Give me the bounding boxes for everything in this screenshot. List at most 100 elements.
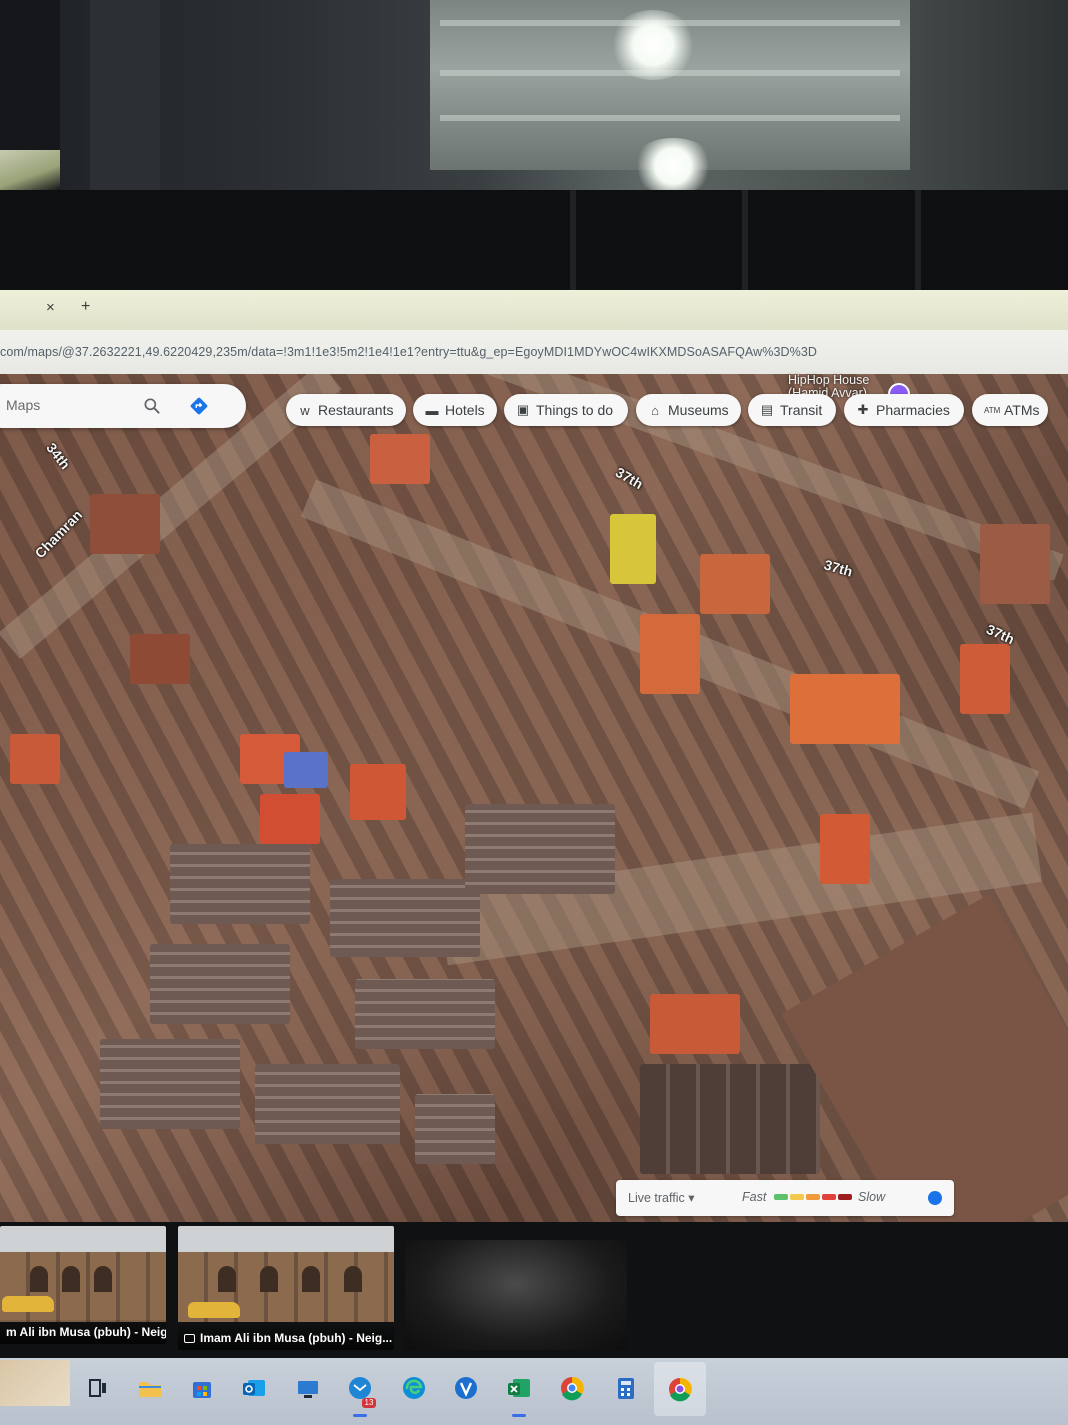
warehouse-roof (100, 1039, 240, 1129)
photo-card[interactable]: Imam Ali ibn Musa (pbuh) - Neig... (178, 1226, 394, 1350)
file-explorer-icon[interactable] (136, 1374, 164, 1402)
active-indicator (353, 1414, 367, 1417)
browser-tab-bar (0, 290, 1068, 330)
traffic-legend: Live traffic ▾ Fast Slow (616, 1180, 954, 1216)
traffic-color-busy (806, 1194, 820, 1200)
address-url[interactable]: com/maps/@37.2632221,49.6220429,235m/dat… (0, 345, 817, 359)
chip-hotels[interactable]: ▬ Hotels (413, 394, 497, 426)
fork-knife-icon: ᴡ (300, 402, 310, 418)
search-icon[interactable] (142, 396, 162, 416)
photo-card[interactable] (405, 1240, 627, 1350)
store-icon[interactable] (188, 1374, 216, 1402)
photo-arch (218, 1266, 236, 1292)
building (10, 734, 60, 784)
building (960, 644, 1010, 714)
traffic-slow-label: Slow (858, 1190, 886, 1204)
photo-sky (0, 1226, 166, 1252)
chip-restaurants[interactable]: ᴡ Restaurants (286, 394, 406, 426)
chip-pharmacies[interactable]: ✚ Pharmacies (844, 394, 964, 426)
live-traffic-dropdown[interactable]: Live traffic ▾ (628, 1190, 695, 1205)
building (284, 752, 328, 788)
building (610, 514, 656, 584)
chip-label: Transit (780, 402, 823, 418)
traffic-color-very-slow (838, 1194, 852, 1200)
monitor-bezel (0, 190, 1068, 300)
warehouse-roof (355, 979, 495, 1049)
search-box[interactable] (0, 384, 246, 428)
live-traffic-label: Live traffic (628, 1191, 685, 1205)
building (700, 554, 770, 614)
edge-icon[interactable] (400, 1374, 428, 1402)
ceiling-lamp (630, 138, 716, 194)
warehouse-roof (415, 1094, 495, 1164)
photo-arch (62, 1266, 80, 1292)
photo-arch (260, 1266, 278, 1292)
excel-icon[interactable] (505, 1374, 533, 1402)
museum-icon: ⌂ (651, 402, 659, 418)
chrome-profile-button[interactable] (654, 1362, 706, 1416)
building (370, 434, 430, 484)
chip-label: Museums (668, 402, 729, 418)
building (790, 674, 900, 744)
tab-close-button[interactable]: × (46, 299, 55, 316)
building (640, 614, 700, 694)
warehouse-roof (170, 844, 310, 924)
photo-arch (94, 1266, 112, 1292)
chip-transit[interactable]: ▤ Transit (748, 394, 836, 426)
photo-caption: Imam Ali ibn Musa (pbuh) - Neig... (200, 1331, 393, 1345)
train-icon: ▤ (760, 402, 774, 417)
photo-caption-container: Imam Ali ibn Musa (pbuh) - Neig... (178, 1326, 394, 1350)
vpn-icon[interactable] (452, 1374, 480, 1402)
chip-things-to-do[interactable]: ▣ Things to do (504, 394, 628, 426)
new-tab-button[interactable]: + (81, 298, 90, 316)
building (260, 794, 320, 844)
directions-icon[interactable] (188, 395, 210, 417)
photo-caption: m Ali ibn Musa (pbuh) - Neig... (0, 1320, 166, 1344)
traffic-color-moderate (790, 1194, 804, 1200)
photo-car (188, 1302, 240, 1318)
building (90, 494, 160, 554)
photo-card[interactable]: m Ali ibn Musa (pbuh) - Neig... (0, 1226, 166, 1344)
photo-arch (344, 1266, 362, 1292)
search-input[interactable] (4, 396, 158, 414)
camera-icon: ▣ (516, 402, 530, 417)
remote-desktop-icon[interactable] (294, 1374, 322, 1402)
building (820, 814, 870, 884)
ceiling-lamp (608, 10, 698, 80)
wallpaper-thumbnail[interactable] (0, 1360, 70, 1406)
chip-label: Things to do (536, 402, 614, 418)
pharmacy-icon: ✚ (857, 402, 869, 417)
chip-museums[interactable]: ⌂ Museums (636, 394, 741, 426)
camera-icon (184, 1334, 195, 1343)
bezel-seam (570, 190, 576, 300)
shelf (440, 115, 900, 121)
chip-atms[interactable]: ATM ATMs (972, 394, 1048, 426)
chrome-icon[interactable] (558, 1374, 586, 1402)
warehouse-roof (150, 944, 290, 1024)
atm-icon: ATM (984, 405, 1001, 415)
traffic-fast-label: Fast (742, 1190, 767, 1204)
calculator-icon[interactable] (612, 1374, 640, 1402)
chip-label: Pharmacies (876, 402, 950, 418)
ceiling-beam (90, 0, 160, 195)
chrome-icon (669, 1377, 692, 1402)
photo-car (2, 1296, 54, 1312)
warehouse-roof (255, 1064, 400, 1144)
mail-badge: 13 (362, 1398, 376, 1408)
outlook-icon[interactable] (240, 1374, 268, 1402)
photo-arch (30, 1266, 48, 1292)
active-indicator (512, 1414, 526, 1417)
traffic-toggle-icon[interactable] (928, 1191, 942, 1205)
open-ground (781, 894, 1068, 1222)
chip-label: Hotels (445, 402, 485, 418)
satellite-map[interactable] (0, 374, 1068, 1222)
building (350, 764, 406, 820)
bezel-seam (915, 190, 921, 300)
task-view-icon[interactable] (84, 1374, 112, 1402)
photo-arch (302, 1266, 320, 1292)
bezel-seam (742, 190, 748, 300)
warehouse-roof (465, 804, 615, 894)
room-background (0, 0, 1068, 195)
bed-icon: ▬ (425, 402, 439, 418)
building (130, 634, 190, 684)
